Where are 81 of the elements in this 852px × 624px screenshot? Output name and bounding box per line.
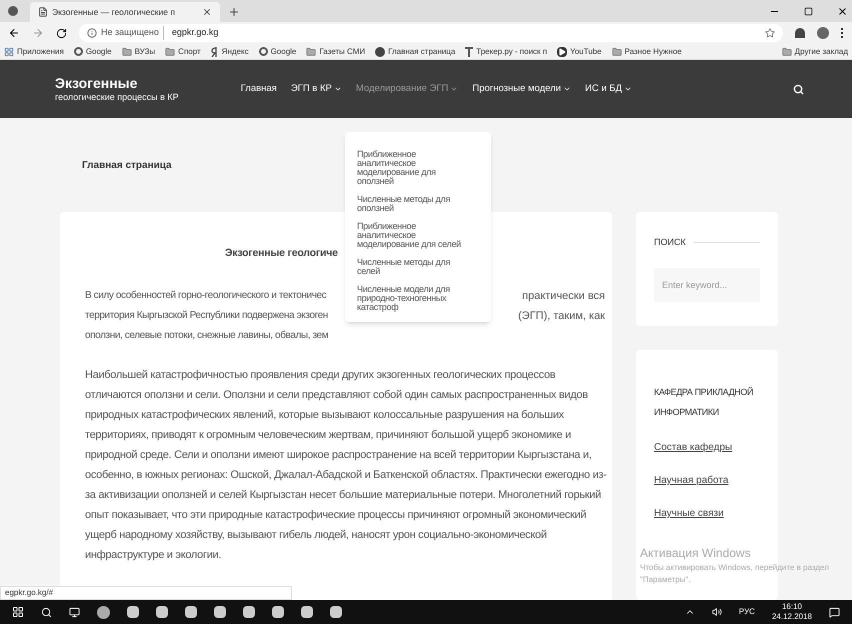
article-heading: Экзогенные геологиче [225,246,338,261]
google-icon [258,47,268,56]
bookmark-item[interactable]: Главная страница [375,46,456,58]
bookmark-item[interactable]: Разное Нужное [612,46,682,58]
folder-icon [165,46,176,56]
dropdown-item[interactable]: Численные модели для природно-техногенных катастроф [357,285,469,312]
video-icon [557,46,568,56]
nav-link[interactable]: ЭГП в КР [290,82,342,96]
new-tab-icon[interactable] [228,6,240,18]
close-window-icon[interactable] [837,6,848,17]
bookmark-item[interactable]: Трекер.ру - поиск п [465,46,548,58]
activation-title: Активация Windows [640,545,751,562]
caret-icon [450,85,458,93]
info-icon [87,28,97,38]
bookmark-item[interactable]: Яндекс [210,46,249,58]
search-field[interactable]: Enter keyword... [654,268,760,302]
bookmark-item[interactable]: Google [258,46,296,58]
dropdown-item[interactable]: Приближенное аналитическое моделирование для оползней [357,150,469,186]
department-link[interactable]: Научная работа [654,473,760,488]
dropdown-item[interactable]: Приближенное аналитическое моделирование для селей [357,222,469,249]
task-view-icon[interactable] [69,606,80,618]
other-bookmarks[interactable]: Другие заклад [782,46,848,58]
folder-icon [612,46,622,56]
search-icon[interactable] [793,84,804,94]
paragraph-line: В силу особенностей горно-геологического и тектоничес [85,289,326,304]
nav-link[interactable]: Главная [240,82,277,96]
address-field[interactable]: Не защищено egpkr.go.kg [79,24,783,42]
language-indicator[interactable]: РУС [738,606,755,618]
volume-icon[interactable] [712,607,722,617]
notifications-icon[interactable] [829,606,840,618]
nav-link[interactable]: Моделирование ЭГП [356,82,458,96]
bookmark-item[interactable]: Газеты СМИ [306,46,366,58]
browser-tab[interactable]: Экзогенные — геологические п [30,2,220,22]
caret-icon [624,85,632,93]
profile-avatar[interactable] [817,27,829,39]
caret-icon [562,85,571,93]
bookmark-star-icon[interactable] [765,28,775,38]
maximize-icon[interactable] [804,7,813,16]
bookmark-item[interactable]: Приложения [4,46,64,58]
status-url: egpkr.go.kg/# [0,586,292,600]
site-title[interactable]: Экзогенные [55,74,179,92]
paragraph-line: оползни, селевые потоки, снежные лавины, обвалы, зем [85,329,328,344]
yandex-icon [210,46,219,56]
bookmark-item[interactable]: Спорт [165,46,201,58]
breadcrumb: Главная страница [82,158,172,172]
close-icon[interactable] [202,7,212,17]
clock-date: 24.12.2018 [772,612,812,622]
search-icon[interactable] [41,606,52,618]
menu-icon[interactable] [841,28,844,38]
folder-icon [122,46,132,56]
forward-icon[interactable] [32,27,44,39]
bookmark-item[interactable]: YouTube [557,46,602,58]
app-icon [8,6,18,16]
paragraph-line: практически вся [522,288,605,304]
nav-link[interactable]: Прогнозные модели [472,82,571,96]
paragraph-line: (ЭГП), таким, как [518,308,605,324]
apps-icon [4,46,14,56]
article-paragraph: Наибольшей катастрофичностью проявления среди других экзогенных геологических процессов отличаются оползни и сели. Оползни и сели представляют собой один самых распространенных видов природных катастрофических явлений, которые вызывают колоссальные разрушения на больших территориях, приводят к огромным человеческим жертвам, причиняют большой ущерб экономике и природной среде. Сели и оползни имеют широкое распространение на всей территории Кыргызстана и, особенно, в южных регионах: Ошской, Джалал-Абадской и Баткенской областях. Практически ежегодно из-за активизации оползней и селей Кыргызстан несет большие материальные потери. Многолетний горький опыт показывает, что эти природные катастрофические процессы причиняют огромный экономический ущерб народному хозяйству, вызывают гибель людей, наносят урон социально-экономической инфраструктуре и экологии. [85,368,608,563]
caret-icon [334,85,342,93]
search-title: ПОИСК [654,236,686,249]
paragraph-line: территория Кыргызской Республики подвержена экзоген [85,309,328,324]
dropdown-item[interactable]: Численные методы для селей [357,258,469,276]
url-text: egpkr.go.kg [170,26,218,40]
dropdown-item[interactable]: Численные методы для оползней [357,195,469,213]
activation-text: Чтобы активировать Windows, перейдите в раздел "Параметры". [640,562,830,586]
folder-icon [782,46,792,56]
department-title: КАФЕДРА ПРИКЛАДНОЙ ИНФОРМАТИКИ [654,386,754,419]
site-subtitle: геологические процессы в КР [55,92,179,104]
folder-icon [306,46,316,56]
page-icon [38,7,48,17]
pin-icon [465,46,474,56]
reload-icon[interactable] [56,28,67,38]
bookmark-item[interactable]: ВУЗы [122,46,156,58]
google-icon [74,47,83,56]
department-link[interactable]: Состав кафедры [654,440,760,455]
department-link[interactable]: Научные связи [654,506,760,521]
nav-link[interactable]: ИС и БД [584,82,632,96]
clock-time: 16:10 [782,602,802,612]
security-label: Не защищено [101,26,164,40]
back-icon[interactable] [8,27,20,39]
bookmark-item[interactable]: Google [74,46,112,58]
